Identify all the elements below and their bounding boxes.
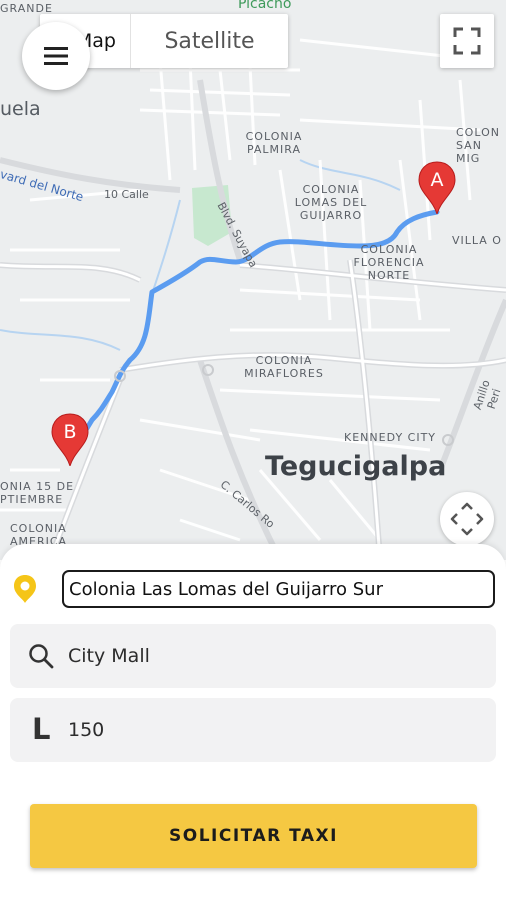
map-label-tegucigalpa: Tegucigalpa: [265, 451, 447, 482]
map-type-satellite-button[interactable]: Satellite: [130, 14, 288, 68]
map-label-colonia-lomas-guijarro: COLONIA LOMAS DEL GUIJARRO: [294, 183, 368, 222]
map-label-kennedy-city: KENNEDY CITY: [344, 431, 437, 444]
start-marker[interactable]: A: [417, 160, 457, 216]
end-marker-label: B: [63, 421, 77, 443]
hamburger-menu-icon: [44, 47, 68, 65]
map-label-villa-olimpica: VILLA O: [452, 234, 502, 247]
pan-control-button[interactable]: [440, 492, 494, 546]
map-label-colonia-miraflores: COLONIA MIRAFLORES: [244, 354, 324, 380]
fullscreen-button[interactable]: [440, 14, 494, 68]
trip-request-panel: City Mall L 150 SOLICITAR TAXI: [0, 544, 506, 900]
map-label-picacho: Picacho: [238, 0, 292, 12]
map-label-colonia-palmira: COLONIA PALMIRA: [245, 130, 303, 156]
origin-row: [0, 570, 506, 610]
quantity-field[interactable]: L 150: [10, 698, 496, 762]
end-marker[interactable]: B: [50, 412, 90, 468]
map-label-colonia-san-miguel: COLON SAN MIG: [456, 126, 500, 165]
request-taxi-button[interactable]: SOLICITAR TAXI: [30, 804, 477, 868]
map-label-10-calle: 10 Calle: [104, 188, 149, 201]
search-icon: [29, 644, 54, 669]
quantity-value: 150: [68, 719, 105, 741]
destination-field[interactable]: City Mall: [10, 624, 496, 688]
destination-value: City Mall: [68, 645, 150, 667]
fullscreen-icon: [453, 27, 481, 55]
map-view[interactable]: GRANDE Picacho uela COLONIA PALMIRA COLO…: [0, 0, 506, 560]
map-label-venezuela: uela: [0, 98, 41, 120]
origin-input[interactable]: [62, 570, 495, 608]
map-label-colonia-15-septiembre: ONIA 15 DE PTIEMBRE: [0, 480, 75, 506]
start-marker-label: A: [430, 169, 444, 191]
map-label-colonia-florencia-norte: COLONIA FLORENCIA NORTE: [353, 243, 425, 282]
location-pin-icon: [14, 575, 36, 603]
pan-arrows-icon: [450, 502, 484, 536]
liters-icon: L: [32, 712, 51, 746]
menu-button[interactable]: [22, 22, 90, 90]
